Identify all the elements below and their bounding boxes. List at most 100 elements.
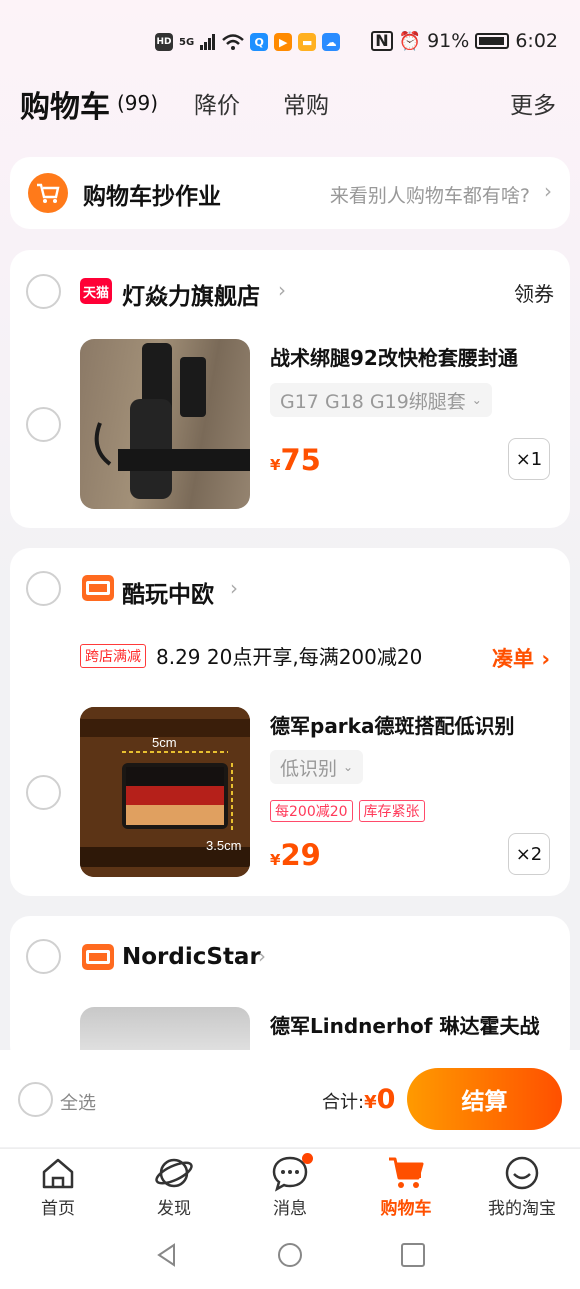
signal-icon bbox=[200, 34, 216, 50]
chevron-right-icon: › bbox=[258, 944, 266, 968]
store-name[interactable]: 灯焱力旗舰店 bbox=[122, 277, 260, 311]
cart-header: 购物车 (99) 降价 常购 更多 bbox=[0, 82, 580, 132]
low-stock-tag: 库存紧张 bbox=[358, 800, 425, 822]
price-value: 29 bbox=[280, 838, 321, 872]
store-name[interactable]: NordicStar bbox=[122, 944, 261, 970]
network-type: 5G bbox=[179, 36, 195, 48]
total-price: 合计:¥0 bbox=[322, 1084, 395, 1115]
recents-icon[interactable] bbox=[400, 1242, 426, 1268]
tab-cart[interactable]: 购物车 bbox=[356, 1154, 456, 1219]
chevron-down-icon: ⌄ bbox=[471, 393, 482, 407]
holster-illustration bbox=[94, 343, 250, 499]
app-notes-icon: ▬ bbox=[298, 33, 317, 51]
store-card: 酷玩中欧 › 跨店满减 8.29 20点开享,每满200减20 凑单 › 5cm… bbox=[10, 548, 570, 896]
select-all-label[interactable]: 全选 bbox=[60, 1089, 96, 1115]
app-search-icon: Q bbox=[250, 33, 269, 51]
product-image[interactable]: 5cm 3.5cm bbox=[80, 707, 250, 877]
quantity-stepper[interactable]: ×2 bbox=[508, 833, 550, 875]
store-icon bbox=[82, 575, 114, 601]
product-price: ¥75 bbox=[270, 443, 321, 477]
status-icons-right: N ⏰ 91% 6:02 bbox=[371, 30, 558, 52]
nfc-icon: N bbox=[371, 31, 393, 51]
cart-homework-banner[interactable]: 购物车抄作业 来看别人购物车都有啥? › bbox=[10, 157, 570, 229]
store-icon bbox=[82, 944, 114, 970]
tmall-badge-icon: 天猫 bbox=[80, 278, 112, 304]
item-select-radio[interactable] bbox=[26, 407, 61, 442]
tab-home[interactable]: 首页 bbox=[8, 1154, 108, 1219]
promo-line: 跨店满减 8.29 20点开享,每满200减20 bbox=[80, 641, 422, 670]
tab-label: 首页 bbox=[41, 1199, 75, 1219]
promo-tag: 跨店满减 bbox=[80, 643, 146, 668]
tab-label: 发现 bbox=[157, 1199, 191, 1219]
chevron-right-icon: › bbox=[278, 278, 286, 302]
store-select-radio[interactable] bbox=[26, 274, 61, 309]
product-price: ¥29 bbox=[270, 838, 321, 872]
cart-count: (99) bbox=[117, 91, 159, 115]
product-tags: 每200减20 库存紧张 bbox=[270, 800, 425, 822]
sku-selector[interactable]: 低识别 ⌄ bbox=[270, 750, 364, 784]
product-title[interactable]: 德军Lindnerhof 琳达霍夫战 bbox=[270, 1010, 560, 1039]
checkout-button[interactable]: 结算 bbox=[407, 1068, 562, 1130]
dimension-label-height: 3.5cm bbox=[206, 838, 241, 853]
unread-dot bbox=[302, 1153, 313, 1164]
sku-selector[interactable]: G17 G18 G19绑腿套 ⌄ bbox=[270, 383, 492, 417]
chevron-right-icon: › bbox=[230, 576, 238, 600]
hd-icon: HD bbox=[155, 33, 173, 51]
add-on-button[interactable]: 凑单 › bbox=[492, 643, 550, 673]
product-image[interactable] bbox=[80, 339, 250, 509]
item-select-radio[interactable] bbox=[26, 775, 61, 810]
battery-percent: 91% bbox=[427, 30, 470, 52]
back-icon[interactable] bbox=[154, 1242, 180, 1268]
chevron-down-icon: ⌄ bbox=[343, 760, 354, 774]
tab-label: 消息 bbox=[273, 1199, 307, 1219]
total-label: 合计: bbox=[322, 1092, 365, 1113]
select-all-radio[interactable] bbox=[18, 1082, 53, 1117]
total-amount: 0 bbox=[376, 1084, 396, 1115]
alarm-icon: ⏰ bbox=[398, 30, 422, 52]
chevron-right-icon: › bbox=[544, 179, 552, 203]
store-select-radio[interactable] bbox=[26, 939, 61, 974]
planet-icon bbox=[155, 1158, 193, 1188]
status-icons-left: HD 5G Q ▶ ▬ ☁ bbox=[155, 33, 341, 51]
total-currency: ¥ bbox=[364, 1092, 377, 1113]
app-video-icon: ▶ bbox=[274, 33, 293, 51]
currency-symbol: ¥ bbox=[270, 456, 281, 474]
tab-price-drop[interactable]: 降价 bbox=[194, 86, 240, 120]
product-title[interactable]: 战术绑腿92改快枪套腰封通 bbox=[270, 342, 560, 371]
bottom-tab-bar: 首页 发现 消息 购物车 我的淘宝 bbox=[0, 1148, 580, 1219]
home-icon bbox=[42, 1158, 74, 1189]
tab-label: 购物车 bbox=[380, 1199, 432, 1219]
product-title[interactable]: 德军parka德斑搭配低识别 bbox=[270, 710, 560, 739]
tab-frequent[interactable]: 常购 bbox=[283, 86, 329, 120]
status-bar: HD 5G Q ▶ ▬ ☁ N ⏰ 91% 6:02 bbox=[0, 0, 580, 80]
battery-icon bbox=[475, 33, 510, 49]
store-name[interactable]: 酷玩中欧 bbox=[122, 575, 214, 609]
store-select-radio[interactable] bbox=[26, 571, 61, 606]
app-cloud-icon: ☁ bbox=[322, 33, 341, 51]
system-nav-bar bbox=[0, 1218, 580, 1289]
tab-my-taobao[interactable]: 我的淘宝 bbox=[472, 1154, 572, 1219]
sku-label: G17 G18 G19绑腿套 bbox=[280, 390, 466, 413]
currency-symbol: ¥ bbox=[270, 851, 281, 869]
page-title: 购物车 bbox=[20, 90, 110, 125]
promo-text: 8.29 20点开享,每满200减20 bbox=[156, 645, 423, 669]
clock: 6:02 bbox=[515, 30, 558, 52]
cart-homework-icon bbox=[28, 173, 68, 213]
store-card: NordicStar › 德军Lindnerhof 琳达霍夫战 bbox=[10, 916, 570, 1067]
flag-patch-illustration: 5cm 3.5cm bbox=[80, 707, 250, 877]
price-value: 75 bbox=[280, 443, 321, 477]
more-button[interactable]: 更多 bbox=[510, 86, 556, 120]
sku-label: 低识别 bbox=[280, 757, 338, 780]
tab-messages[interactable]: 消息 bbox=[240, 1154, 340, 1219]
tab-discover[interactable]: 发现 bbox=[124, 1154, 224, 1219]
wifi-icon bbox=[222, 34, 245, 50]
cart-icon bbox=[389, 1157, 424, 1188]
coupon-button[interactable]: 领券 bbox=[514, 278, 554, 307]
discount-tag: 每200减20 bbox=[270, 800, 353, 822]
smile-icon bbox=[505, 1156, 539, 1190]
quantity-stepper[interactable]: ×1 bbox=[508, 438, 550, 480]
dimension-label-width: 5cm bbox=[152, 735, 177, 750]
tab-label: 我的淘宝 bbox=[488, 1199, 556, 1219]
home-circle-icon[interactable] bbox=[277, 1242, 303, 1268]
homework-title: 购物车抄作业 bbox=[83, 184, 221, 210]
